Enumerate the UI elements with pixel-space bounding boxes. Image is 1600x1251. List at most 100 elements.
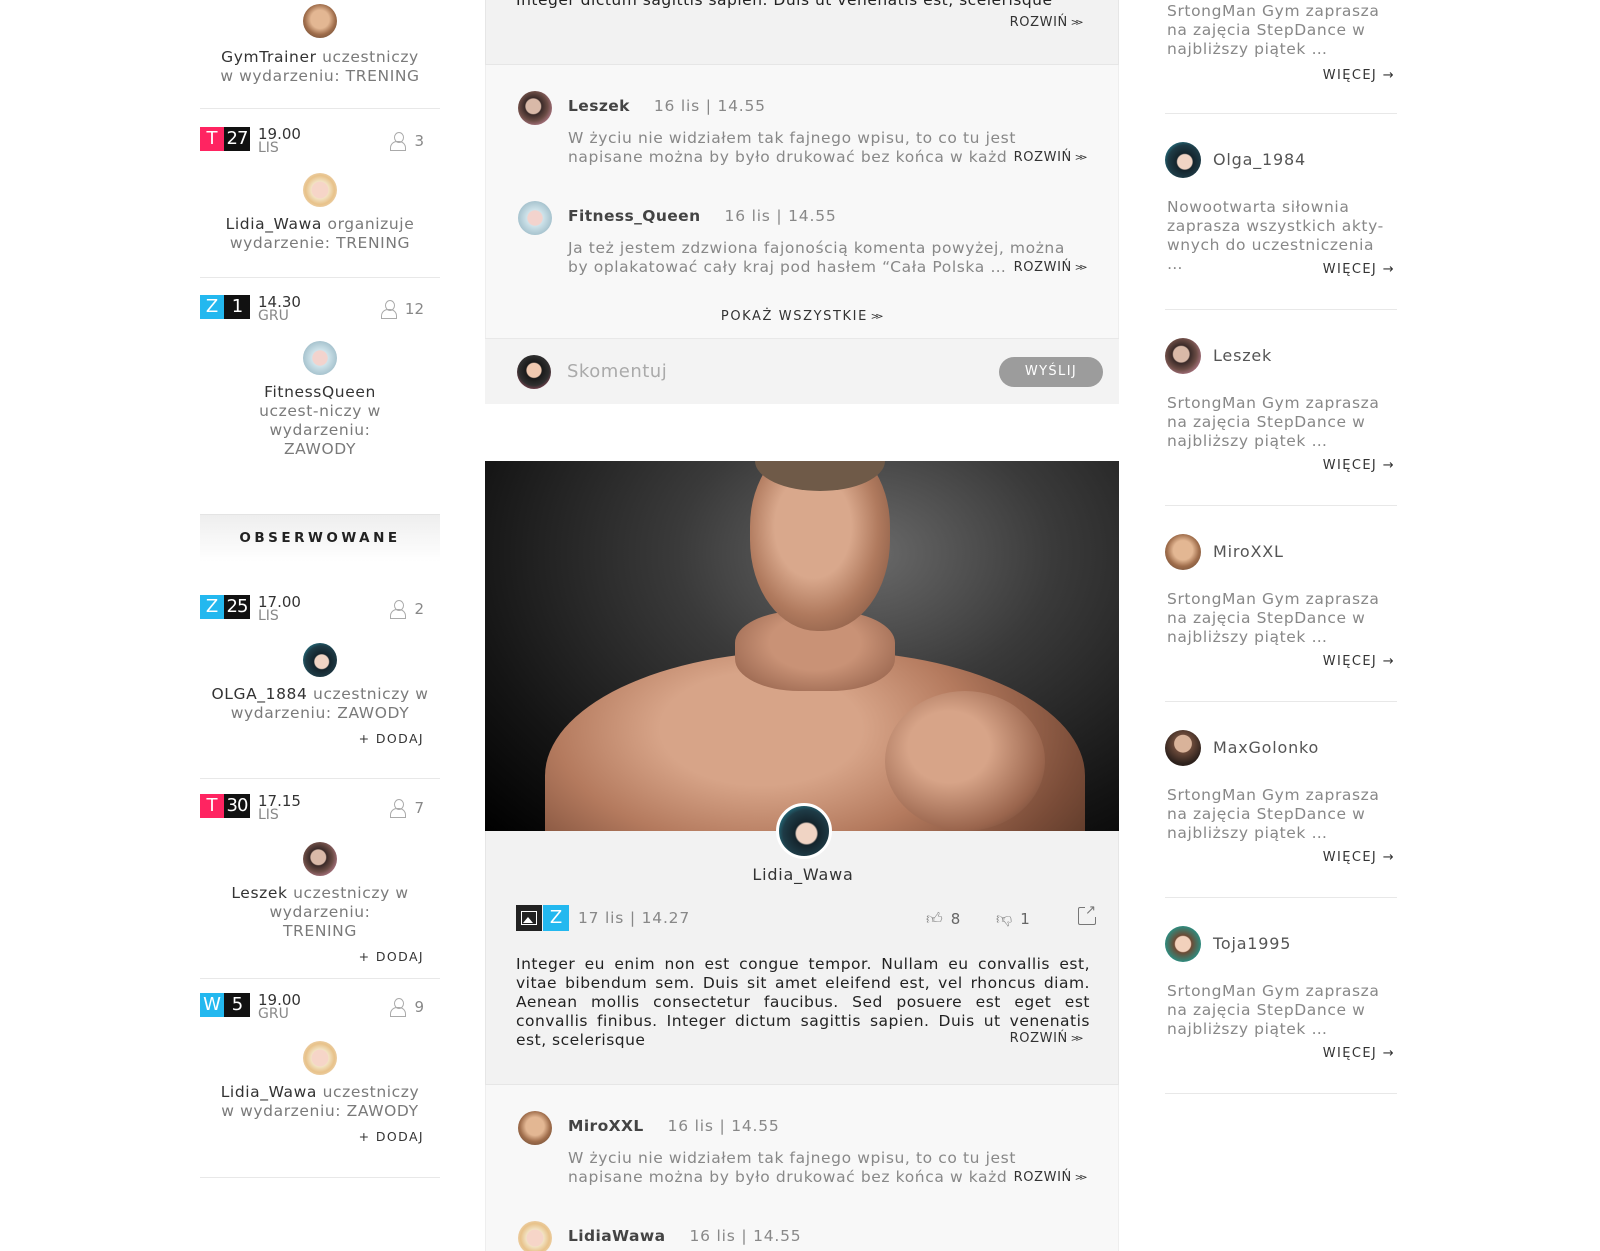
news-user[interactable]: Olga_1984	[1213, 150, 1306, 169]
event-day: 5	[224, 993, 250, 1017]
divider	[200, 277, 440, 278]
expand-button[interactable]: ROZWIŃ ≫	[1010, 15, 1084, 30]
activity-user[interactable]: GymTrainer	[221, 48, 316, 66]
event-header: T 30 17.15 LIS 7	[200, 794, 440, 824]
avatar[interactable]	[518, 1111, 552, 1145]
expand-button[interactable]: ROZWIŃ ≫	[1007, 1168, 1088, 1187]
post-card: Lidia_Wawa Z 17 lis | 14.27 👍︎8 👎︎1 Inte…	[485, 803, 1120, 1085]
event-date-badge: Z 25	[200, 595, 250, 619]
news-desc: SrtongMan Gym zaprasza na zajęcia StepDa…	[1167, 2, 1380, 58]
post-date: 17 lis | 14.27	[578, 909, 690, 927]
person-icon	[390, 132, 407, 151]
divider	[200, 108, 440, 109]
divider	[200, 778, 440, 779]
comment-user[interactable]: MiroXXL	[568, 1117, 644, 1135]
comment-input[interactable]: Skomentuj	[567, 361, 667, 382]
activity-user[interactable]: OLGA_1884	[211, 685, 307, 703]
post-text: Integer eu enim non est congue tempor. N…	[516, 955, 1090, 1049]
news-item[interactable]: Leszek SrtongMan Gym zaprasza na zajęcia…	[1165, 310, 1397, 506]
avatar[interactable]	[1165, 730, 1201, 766]
event-type-letter: Z	[200, 295, 224, 319]
activity-user[interactable]: FitnessQueen	[264, 383, 376, 401]
expand-button[interactable]: ROZWIŃ ≫	[1007, 258, 1088, 277]
author-name[interactable]: Lidia_Wawa	[486, 865, 1120, 884]
news-item[interactable]: MiroXXL SrtongMan Gym zaprasza na zajęci…	[1165, 506, 1397, 702]
avatar[interactable]	[303, 1041, 337, 1075]
event-type-letter: T	[200, 794, 224, 818]
more-link[interactable]: WIĘCEJ →	[1323, 458, 1395, 473]
event-day: 30	[224, 794, 250, 818]
post-type-badge: Z	[543, 905, 569, 931]
post-image[interactable]	[485, 461, 1119, 831]
add-button[interactable]: + DODAJ	[200, 731, 440, 746]
comment-user[interactable]: Leszek	[568, 97, 630, 115]
observed-section-title: OBSERWOWANE	[200, 514, 440, 562]
share-icon[interactable]	[1078, 904, 1096, 925]
participants-count: 7	[390, 799, 424, 818]
avatar[interactable]	[1165, 142, 1201, 178]
comment-user[interactable]: LidiaWawa	[568, 1227, 665, 1245]
divider	[200, 1177, 440, 1178]
news-user[interactable]: Toja1995	[1213, 934, 1291, 953]
news-desc: SrtongMan Gym zaprasza na zajęcia StepDa…	[1167, 394, 1380, 450]
event-time: 14.30 GRU	[258, 293, 301, 324]
avatar[interactable]	[303, 842, 337, 876]
more-link[interactable]: WIĘCEJ →	[1323, 850, 1395, 865]
observed-item[interactable]: Z 25 17.00 LIS 2 OLGA_1884 uczestniczy w …	[200, 595, 440, 746]
event-item[interactable]: Z 1 14.30 GRU 12 FitnessQueen uczest-nicz…	[200, 295, 440, 459]
comment: LidiaWawa 16 lis | 14.55	[486, 1221, 1120, 1251]
show-all-comments-button[interactable]: POKAŻ WSZYSTKIE ≫	[486, 309, 1120, 324]
more-link[interactable]: WIĘCEJ →	[1323, 1046, 1395, 1061]
activity-user[interactable]: Lidia_Wawa	[221, 1083, 317, 1101]
news-desc: SrtongMan Gym zaprasza na zajęcia StepDa…	[1167, 786, 1380, 842]
avatar[interactable]	[518, 201, 552, 235]
expand-button[interactable]: ROZWIŃ ≫	[1010, 1031, 1084, 1046]
author-avatar[interactable]	[776, 803, 832, 859]
observed-item[interactable]: W 5 19.00 GRU 9 Lidia_Wawa uczestniczy w …	[200, 993, 440, 1144]
dislike-button[interactable]: 👎︎ 1	[996, 909, 1030, 929]
more-link[interactable]: WIĘCEJ →	[1323, 262, 1395, 277]
event-day: 1	[224, 295, 250, 319]
news-user[interactable]: MaxGolonko	[1213, 738, 1319, 757]
avatar[interactable]	[1165, 926, 1201, 962]
avatar[interactable]	[303, 4, 337, 38]
news-sidebar: SrtongMan Gym zaprasza na zajęcia StepDa…	[1165, 0, 1397, 1094]
add-button[interactable]: + DODAJ	[200, 949, 440, 964]
news-item[interactable]: Toja1995 SrtongMan Gym zaprasza na zajęc…	[1165, 898, 1397, 1094]
avatar[interactable]	[1165, 338, 1201, 374]
news-user[interactable]: MiroXXL	[1213, 542, 1284, 561]
comment-text: W życiu nie widziałem tak fajnego wpisu,…	[568, 1149, 1088, 1187]
more-link[interactable]: WIĘCEJ →	[1323, 654, 1395, 669]
event-date-badge: T 27	[200, 127, 250, 151]
comment: Leszek 16 lis | 14.55 W życiu nie widział…	[486, 91, 1120, 181]
avatar[interactable]	[303, 341, 337, 375]
comment: Fitness_Queen 16 lis | 14.55 Ja też jeste…	[486, 201, 1120, 291]
activity-text: FitnessQueen uczest-niczy w wydarzeniu: …	[259, 383, 381, 458]
avatar[interactable]	[303, 173, 337, 207]
avatar[interactable]	[1165, 534, 1201, 570]
news-item[interactable]: MaxGolonko SrtongMan Gym zaprasza na zaj…	[1165, 702, 1397, 898]
event-type-letter: W	[200, 993, 224, 1017]
comment-header: Leszek 16 lis | 14.55	[568, 97, 766, 115]
like-button[interactable]: 👍︎ 8	[926, 909, 960, 929]
event-time: 19.00 LIS	[258, 125, 301, 156]
observed-item[interactable]: T 30 17.15 LIS 7 Leszek uczestniczy w wyd…	[200, 794, 440, 964]
event-item[interactable]: T 27 19.00 LIS 3 Lidia_Wawa organizuje wy…	[200, 127, 440, 253]
comment-user[interactable]: Fitness_Queen	[568, 207, 701, 225]
comment-text: Ja też jestem zdzwiona fajonością koment…	[568, 239, 1088, 277]
participants-count: 12	[380, 300, 424, 319]
activity-user[interactable]: Leszek	[231, 884, 287, 902]
news-user[interactable]: Leszek	[1213, 346, 1272, 365]
more-link[interactable]: WIĘCEJ →	[1323, 68, 1395, 83]
send-button[interactable]: WYŚLIJ	[999, 357, 1103, 387]
expand-button[interactable]: ROZWIŃ ≫	[1007, 148, 1088, 167]
avatar[interactable]	[303, 643, 337, 677]
avatar[interactable]	[518, 91, 552, 125]
avatar[interactable]	[518, 1221, 552, 1251]
news-desc: SrtongMan Gym zaprasza na zajęcia StepDa…	[1167, 590, 1380, 646]
activity-item: GymTrainer uczestniczy w wydarzeniu: TRE…	[200, 0, 440, 86]
news-item[interactable]: Olga_1984 Nowootwarta siłownia zaprasza …	[1165, 114, 1397, 310]
activity-user[interactable]: Lidia_Wawa	[226, 215, 322, 233]
news-item[interactable]: SrtongMan Gym zaprasza na zajęcia StepDa…	[1165, 0, 1397, 114]
add-button[interactable]: + DODAJ	[200, 1129, 440, 1144]
